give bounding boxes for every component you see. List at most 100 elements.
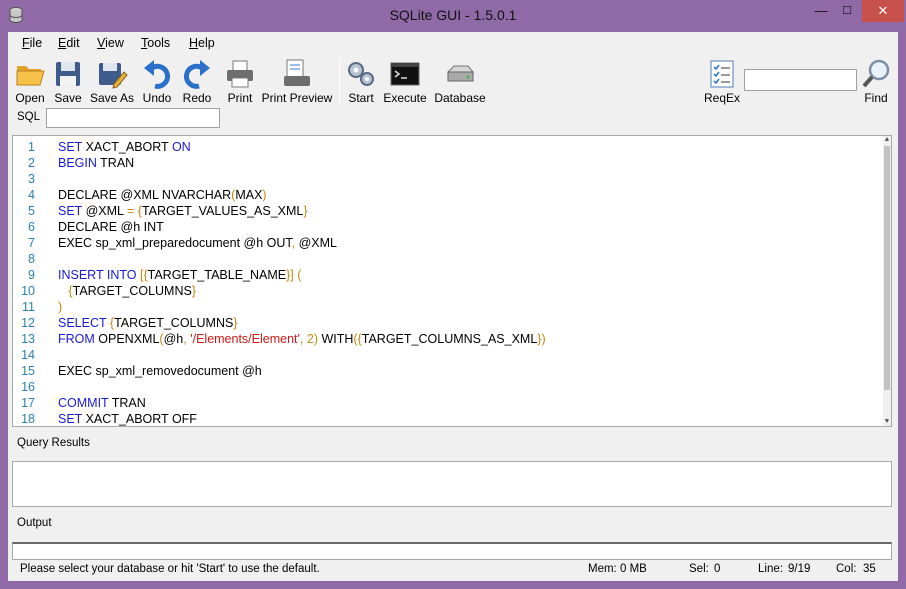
- client-area: File Edit View Tools Help Open Save Save…: [8, 32, 898, 581]
- menu-edit[interactable]: Edit: [58, 36, 80, 50]
- floppy-disk-icon: [56, 62, 80, 86]
- checklist-icon: [710, 60, 734, 88]
- undo-label: Undo: [142, 91, 172, 105]
- sql-input[interactable]: [46, 108, 220, 128]
- save-as-label: Save As: [90, 91, 135, 105]
- menu-view[interactable]: View: [97, 36, 124, 50]
- status-message: Please select your database or hit 'Star…: [20, 563, 320, 575]
- regex-button[interactable]: ReqEx: [700, 56, 744, 108]
- scroll-down-arrow-icon[interactable]: ▼: [883, 418, 891, 426]
- code-text: DECLARE @h INT: [58, 219, 164, 235]
- line-number: 5: [28, 204, 35, 218]
- line-number: 12: [21, 316, 35, 330]
- editor-scrollbar[interactable]: ▲ ▼: [883, 136, 891, 426]
- start-button[interactable]: Start: [342, 56, 380, 108]
- col-label: Col:: [836, 563, 857, 575]
- code-token: EXEC sp_xml_preparedocument @h OUT: [58, 236, 292, 250]
- code-token: SELECT: [58, 316, 107, 330]
- code-token: (: [297, 268, 302, 282]
- window-title: SQLite GUI - 1.5.0.1: [389, 7, 517, 23]
- code-text: {TARGET_COLUMNS}: [58, 283, 196, 299]
- app-window: SQLite GUI - 1.5.0.1 — ☐ ✕ File Edit Vie…: [0, 0, 906, 589]
- code-token: SET: [58, 412, 83, 426]
- line-number: 2: [28, 156, 35, 170]
- scroll-up-arrow-icon[interactable]: ▲: [883, 136, 891, 144]
- menu-bar: File Edit View Tools Help: [8, 32, 898, 54]
- maximize-button[interactable]: ☐: [832, 0, 862, 22]
- find-button[interactable]: Find: [860, 56, 892, 108]
- code-token: '/Elements/Element': [190, 332, 300, 346]
- undo-button[interactable]: Undo: [138, 56, 176, 108]
- sql-row: SQL: [8, 108, 898, 130]
- line-number: 16: [21, 380, 35, 394]
- find-input[interactable]: [744, 69, 857, 91]
- code-token: XACT_ABORT OFF: [82, 412, 197, 426]
- code-token: DECLARE @XML NVARCHAR: [58, 188, 232, 202]
- code-token: }): [537, 332, 546, 346]
- code-token: TARGET_COLUMNS: [114, 316, 234, 330]
- code-text: SELECT {TARGET_COLUMNS}: [58, 315, 238, 331]
- line-number: 10: [21, 284, 35, 298]
- scrollbar-thumb[interactable]: [884, 146, 890, 390]
- code-token: WITH: [318, 332, 354, 346]
- line-number: 18: [21, 412, 35, 426]
- code-token: }: [191, 284, 197, 298]
- menu-tools[interactable]: Tools: [141, 36, 170, 50]
- print-preview-icon: [284, 59, 310, 86]
- code-token: ): [58, 300, 63, 314]
- toolbar-separator: [339, 58, 340, 104]
- line-label: Line:: [758, 563, 783, 575]
- code-token: TARGET_VALUES_AS_XML: [141, 204, 304, 218]
- code-text: SET @XML = {TARGET_VALUES_AS_XML}: [58, 203, 308, 219]
- line-number: 15: [21, 364, 35, 378]
- menu-help[interactable]: Help: [189, 36, 215, 50]
- sel-label: Sel:: [689, 563, 709, 575]
- code-text: SET XACT_ABORT OFF: [58, 411, 197, 426]
- print-preview-label: Print Preview: [261, 91, 333, 105]
- code-token: }: [233, 316, 238, 330]
- code-text: EXEC sp_xml_preparedocument @h OUT, @XML: [58, 235, 337, 251]
- undo-icon: [144, 60, 170, 89]
- code-token: BEGIN: [58, 156, 97, 170]
- code-token: [{: [139, 268, 148, 282]
- print-preview-button[interactable]: Print Preview: [261, 56, 333, 108]
- code-token: MAX: [235, 188, 263, 202]
- output-label: Output: [17, 517, 52, 529]
- database-label: Database: [434, 91, 486, 105]
- title-bar[interactable]: SQLite GUI - 1.5.0.1 — ☐ ✕: [0, 0, 906, 32]
- sql-editor[interactable]: ▲ ▼ 1 SET XACT_ABORT ON 2 BEGIN TRAN 3 4 DECLA…: [12, 135, 892, 427]
- code-token: 2): [306, 332, 318, 346]
- save-button[interactable]: Save: [50, 56, 86, 108]
- code-token: INSERT INTO: [58, 268, 137, 282]
- code-text: INSERT INTO [{TARGET_TABLE_NAME}] (: [58, 267, 301, 283]
- redo-button[interactable]: Redo: [178, 56, 216, 108]
- code-token: SET: [58, 204, 83, 218]
- print-button[interactable]: Print: [222, 56, 258, 108]
- open-button[interactable]: Open: [10, 56, 50, 108]
- save-as-icon: [99, 63, 128, 89]
- line-number: 17: [21, 396, 35, 410]
- execute-button[interactable]: Execute: [382, 56, 428, 108]
- line-value: 9/19: [788, 563, 811, 575]
- code-token: DECLARE @h INT: [58, 220, 164, 234]
- menu-file[interactable]: File: [22, 36, 42, 50]
- redo-label: Redo: [182, 91, 212, 105]
- code-token: TARGET_TABLE_NAME: [147, 268, 287, 282]
- code-token: TARGET_COLUMNS: [72, 284, 192, 298]
- query-results-panel[interactable]: [12, 461, 892, 507]
- code-text: ): [58, 299, 62, 315]
- close-button[interactable]: ✕: [862, 0, 904, 22]
- line-number: 13: [21, 332, 35, 346]
- code-token: SET: [58, 140, 83, 154]
- code-token: @h: [163, 332, 184, 346]
- save-as-button[interactable]: Save As: [90, 56, 134, 108]
- save-label: Save: [54, 91, 82, 105]
- code-text: EXEC sp_xml_removedocument @h: [58, 363, 262, 379]
- database-button[interactable]: Database: [432, 56, 488, 108]
- col-value: 35: [863, 563, 876, 575]
- output-panel[interactable]: [12, 542, 892, 560]
- code-token: OPENXML: [94, 332, 160, 346]
- folder-open-icon: [16, 66, 45, 86]
- line-number: 7: [28, 236, 35, 250]
- print-label: Print: [227, 91, 253, 105]
